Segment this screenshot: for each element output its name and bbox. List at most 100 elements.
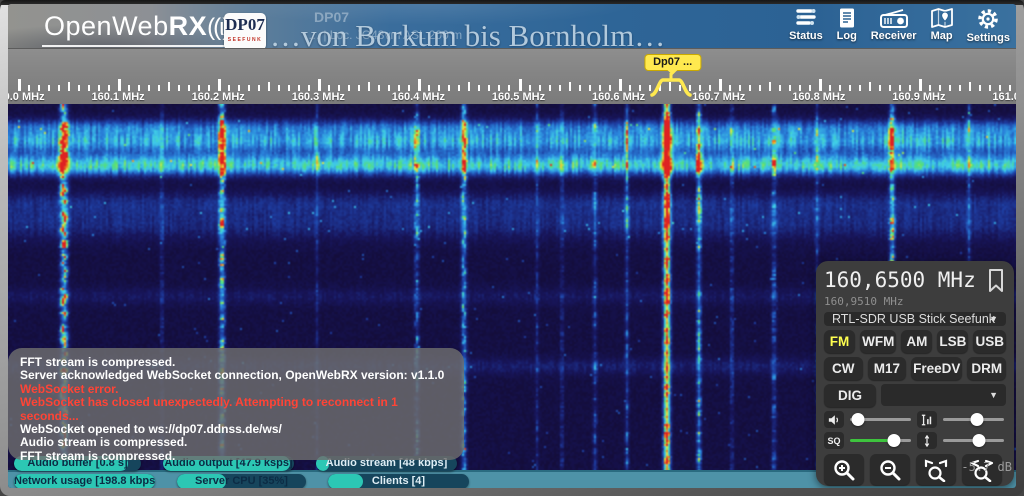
nav-log[interactable]: Log — [836, 7, 858, 44]
minor-tick — [949, 85, 951, 91]
minor-tick — [769, 82, 771, 91]
status-bar-network: Network usage [198.8 kbps] — [14, 474, 155, 488]
logo-rx: RX — [169, 11, 208, 41]
zoom-in-total-icon — [923, 458, 949, 482]
scale-label: 160.2 MHz — [192, 91, 245, 103]
nav-label: Log — [837, 30, 857, 42]
log-line: FFT stream is compressed. — [20, 356, 452, 369]
nav-receiver[interactable]: Receiver — [871, 7, 917, 44]
minor-tick — [478, 85, 480, 91]
minor-tick — [168, 82, 170, 91]
mode-button-usb[interactable]: USB — [973, 330, 1006, 353]
scale-label: 160.8 MHz — [792, 91, 845, 103]
minor-tick — [48, 85, 50, 91]
openwebrx-logo[interactable]: OpenWebRX((ι)) — [42, 11, 240, 47]
minor-tick — [188, 85, 190, 91]
scale-ticks — [8, 79, 1016, 91]
waterfall-auto-icon — [921, 414, 933, 426]
zoom-out-button[interactable] — [870, 454, 910, 485]
log-line: WebSocket opened to ws://dp07.ddnss.de/w… — [20, 423, 452, 436]
waterfall-default-icon — [921, 435, 933, 447]
nav-settings[interactable]: Settings — [967, 7, 1010, 44]
tuned-frequency[interactable]: 160,6500 MHz — [824, 268, 976, 292]
dig-select[interactable]: ▼ — [881, 384, 1006, 406]
minor-tick — [959, 85, 961, 91]
nav-label: Map — [931, 30, 953, 42]
minor-tick — [378, 85, 380, 91]
squelch-slider[interactable] — [848, 432, 913, 449]
scale-label: 160.6 MHz — [592, 91, 645, 103]
minor-tick — [388, 85, 390, 91]
major-tick — [819, 79, 822, 91]
major-tick — [919, 79, 922, 91]
receiver-panel: 160,6500 MHz 160,9510 MHz RTL-SDR USB St… — [816, 261, 1014, 486]
bookmark-icon[interactable] — [986, 268, 1006, 294]
minor-tick — [268, 82, 270, 91]
openwebrx-app: OpenWebRX((ι)) DP07 SEEFUNK DP07 … | Loc… — [8, 4, 1016, 488]
minor-tick — [879, 85, 881, 91]
waterfall-auto-adjust-button[interactable] — [917, 411, 937, 428]
log-icon — [836, 7, 858, 29]
log-line-error: WebSocket has closed unexpectedly. Attem… — [20, 396, 452, 423]
zoom-in-icon — [832, 458, 856, 482]
profile-select[interactable]: RTL-SDR USB Stick Seefunk ▼ — [824, 312, 1006, 326]
status-bar-label: Clients [4] — [328, 474, 469, 488]
minor-tick — [488, 85, 490, 91]
squelch-button[interactable]: SQ — [824, 432, 844, 449]
mode-button-wfm[interactable]: WFM — [860, 330, 896, 353]
nav-label: Receiver — [871, 30, 917, 42]
settings-icon — [976, 7, 1000, 31]
minor-tick — [58, 85, 60, 91]
profile-select-value: RTL-SDR USB Stick Seefunk — [832, 312, 995, 326]
minor-tick — [559, 85, 561, 91]
log-overlay: FFT stream is compressed.Server acknowle… — [8, 348, 464, 460]
mode-button-m17[interactable]: M17 — [868, 357, 907, 380]
minor-tick — [68, 82, 70, 91]
minor-tick — [348, 85, 350, 91]
nav-map[interactable]: Map — [930, 7, 954, 44]
mode-button-freedv[interactable]: FreeDV — [911, 357, 962, 380]
nav-status[interactable]: Status — [789, 7, 823, 44]
mode-button-drm[interactable]: DRM — [967, 357, 1006, 380]
status-bar-label: Server CPU [35%] — [177, 474, 306, 488]
minor-tick — [458, 85, 460, 91]
waterfall-default-button[interactable] — [917, 432, 937, 449]
dp07-logo-badge[interactable]: DP07 SEEFUNK — [224, 13, 266, 48]
zoom-in-button[interactable] — [824, 454, 864, 485]
zoom-in-total-button[interactable] — [916, 454, 956, 485]
minor-tick — [278, 85, 280, 91]
scale-label: 161.0 MHz — [992, 91, 1016, 103]
minor-tick — [859, 85, 861, 91]
volume-slider[interactable] — [848, 411, 913, 428]
receiver-icon — [879, 7, 909, 29]
scale-label: 160.3 MHz — [292, 91, 345, 103]
waterfall-max-slider[interactable] — [941, 411, 1006, 428]
mode-button-am[interactable]: AM — [901, 330, 932, 353]
mode-button-cw[interactable]: CW — [824, 357, 863, 380]
logo-open: Open — [44, 11, 112, 41]
mode-button-lsb[interactable]: LSB — [937, 330, 968, 353]
major-tick — [18, 79, 21, 91]
zoom-out-icon — [878, 458, 902, 482]
frequency-scale[interactable]: 160.0 MHz160.1 MHz160.2 MHz160.3 MHz160.… — [8, 48, 1016, 104]
waterfall-min-slider[interactable] — [941, 432, 1006, 449]
chevron-down-icon: ▼ — [989, 314, 998, 324]
passband-indicator[interactable] — [649, 71, 693, 102]
minor-tick — [849, 85, 851, 91]
minor-tick — [288, 85, 290, 91]
minor-tick — [759, 85, 761, 91]
signal-level-db: -5.7 dB — [961, 460, 1012, 474]
minor-tick — [549, 85, 551, 91]
mode-buttons-row1: FMWFMAMLSBUSB — [824, 330, 1006, 353]
minor-tick — [88, 85, 90, 91]
status-icon — [794, 7, 818, 29]
mode-button-fm[interactable]: FM — [824, 330, 855, 353]
dig-mode-button[interactable]: DIG — [824, 384, 876, 407]
bookmark-dp07[interactable]: Dp07 ... — [644, 54, 701, 71]
minor-tick — [158, 85, 160, 91]
map-icon — [930, 7, 954, 29]
minor-tick — [979, 85, 981, 91]
major-tick — [519, 79, 522, 91]
center-frequency: 160,9510 MHz — [824, 295, 1006, 308]
mute-button[interactable] — [824, 411, 844, 428]
